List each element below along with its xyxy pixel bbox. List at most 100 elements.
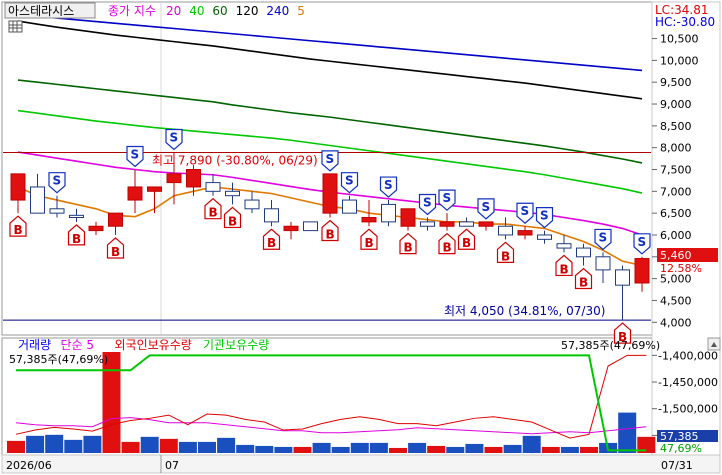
volume-tick-label: -1,400,000: [658, 349, 718, 362]
volume-bar: [7, 440, 25, 453]
price-tick-label: 9,500: [660, 76, 692, 89]
volume-bar: [465, 443, 484, 453]
volume-tick-label: -1,500,000: [658, 403, 718, 416]
volume-bar: [560, 446, 579, 453]
candle-body: [420, 221, 435, 227]
volume-bar: [503, 444, 522, 453]
volume-percent: 47,69%: [660, 442, 702, 455]
price-tick-label: 7,500: [660, 164, 692, 177]
volume-bar: [102, 352, 121, 453]
candle-body: [322, 173, 338, 214]
x-label-start: 2026/06: [6, 459, 52, 472]
scroll-up-icon[interactable]: [707, 337, 721, 351]
sell-marker-label: S: [345, 174, 354, 188]
candle-body: [576, 247, 591, 258]
low-annotation: 최저 4,050 (34.81%, 07/30): [444, 304, 605, 318]
grid-icon[interactable]: [8, 20, 23, 33]
candle-body: [127, 186, 143, 201]
candle-body: [537, 234, 552, 240]
buy-marker-label: B: [462, 236, 471, 250]
volume-bar: [64, 439, 83, 453]
volume-bar: [45, 434, 64, 453]
ma-legend-40: 40: [189, 4, 204, 18]
price-tick-label: 8,500: [660, 120, 692, 133]
volume-bar: [236, 444, 255, 453]
sell-marker-label: S: [53, 174, 62, 188]
buy-marker-label: B: [443, 241, 452, 255]
volume-bar: [83, 435, 102, 453]
price-tick-label: 10,000: [660, 54, 699, 67]
candle-body: [342, 199, 357, 214]
candle-body: [186, 169, 201, 188]
candle-body: [283, 225, 299, 232]
ma-legend-240: 240: [266, 4, 289, 18]
hc-label: HC:-30.80: [655, 15, 715, 29]
left-holding-note: 57,385주(47,69%): [9, 353, 108, 366]
volume-bar: [26, 435, 45, 453]
volume-bar: [217, 437, 236, 453]
sell-marker-label: S: [443, 191, 452, 205]
price-tick-label: 4,000: [660, 316, 692, 329]
sell-marker-label: S: [423, 196, 432, 210]
candle-body: [108, 212, 123, 227]
buy-marker-label: B: [14, 223, 23, 237]
candle-body: [225, 190, 240, 197]
candle: [381, 200, 396, 227]
price-tick-label: 7,000: [660, 185, 692, 198]
candle-body: [595, 256, 611, 271]
ma-legend-5: 5: [297, 4, 305, 18]
candle-body: [556, 243, 572, 249]
volume-bar: [446, 446, 465, 453]
volume-bar: [618, 412, 637, 453]
candle-body: [30, 186, 45, 214]
volume-bar: [350, 442, 369, 453]
volume-bar: [369, 442, 388, 453]
candle-body: [166, 173, 182, 184]
volume-bar: [541, 446, 560, 453]
buy-marker-label: B: [228, 214, 237, 228]
price-tick-label: 4,500: [660, 294, 692, 307]
candle: [303, 221, 318, 232]
high-annotation: 최고 7,890 (-30.80%, 06/29): [152, 153, 318, 167]
candle-body: [381, 203, 396, 223]
sell-marker-label: S: [540, 209, 549, 223]
volume-legend-item: 거래량: [18, 338, 51, 352]
ma-legend-60: 60: [212, 4, 227, 18]
stock-chart[interactable]: BSBBSSBBBSBSBSBSBSBSBS SBBSBS 4,0004,5005…: [0, 0, 722, 475]
volume-bar: [522, 435, 541, 453]
sell-marker-label: S: [599, 230, 608, 244]
volume-legend-item: 단순 5: [61, 338, 95, 352]
volume-tick-label: -1,450,000: [658, 376, 718, 389]
stock-name[interactable]: 아스테라시스: [8, 4, 74, 18]
volume-bar: [580, 446, 598, 453]
volume-bar: [312, 442, 331, 453]
volume-bar: [198, 441, 216, 453]
candle-body: [264, 208, 279, 223]
sell-marker-label: S: [521, 204, 530, 218]
volume-bar: [408, 442, 427, 453]
price-tick-label: 10,500: [660, 33, 699, 46]
candle-body: [69, 214, 84, 219]
price-tick-label: 6,500: [660, 207, 692, 220]
candle-body: [147, 186, 162, 192]
buy-marker-label: B: [579, 276, 588, 290]
candle-body: [498, 225, 513, 236]
candle-body: [517, 230, 533, 236]
buy-marker-label: B: [404, 241, 413, 255]
buy-marker-label: B: [209, 206, 218, 220]
sell-marker-label: S: [638, 235, 647, 249]
volume-legend-item: 기관보유수량: [203, 338, 269, 352]
volume-bar: [389, 447, 407, 453]
buy-marker-label: B: [326, 228, 335, 242]
price-tick-label: 8,000: [660, 142, 692, 155]
volume-bar: [255, 445, 274, 453]
sell-marker-label: S: [482, 200, 491, 214]
ma-legend-20: 20: [166, 4, 181, 18]
candle-body: [10, 173, 26, 201]
sell-marker-label: S: [326, 152, 335, 166]
candle-body: [400, 208, 416, 227]
volume-legend-item: 외국인보유수량: [115, 338, 192, 352]
current-change: 12.58%: [660, 262, 702, 275]
volume-bar: [274, 446, 293, 453]
volume-bar: [121, 441, 140, 453]
